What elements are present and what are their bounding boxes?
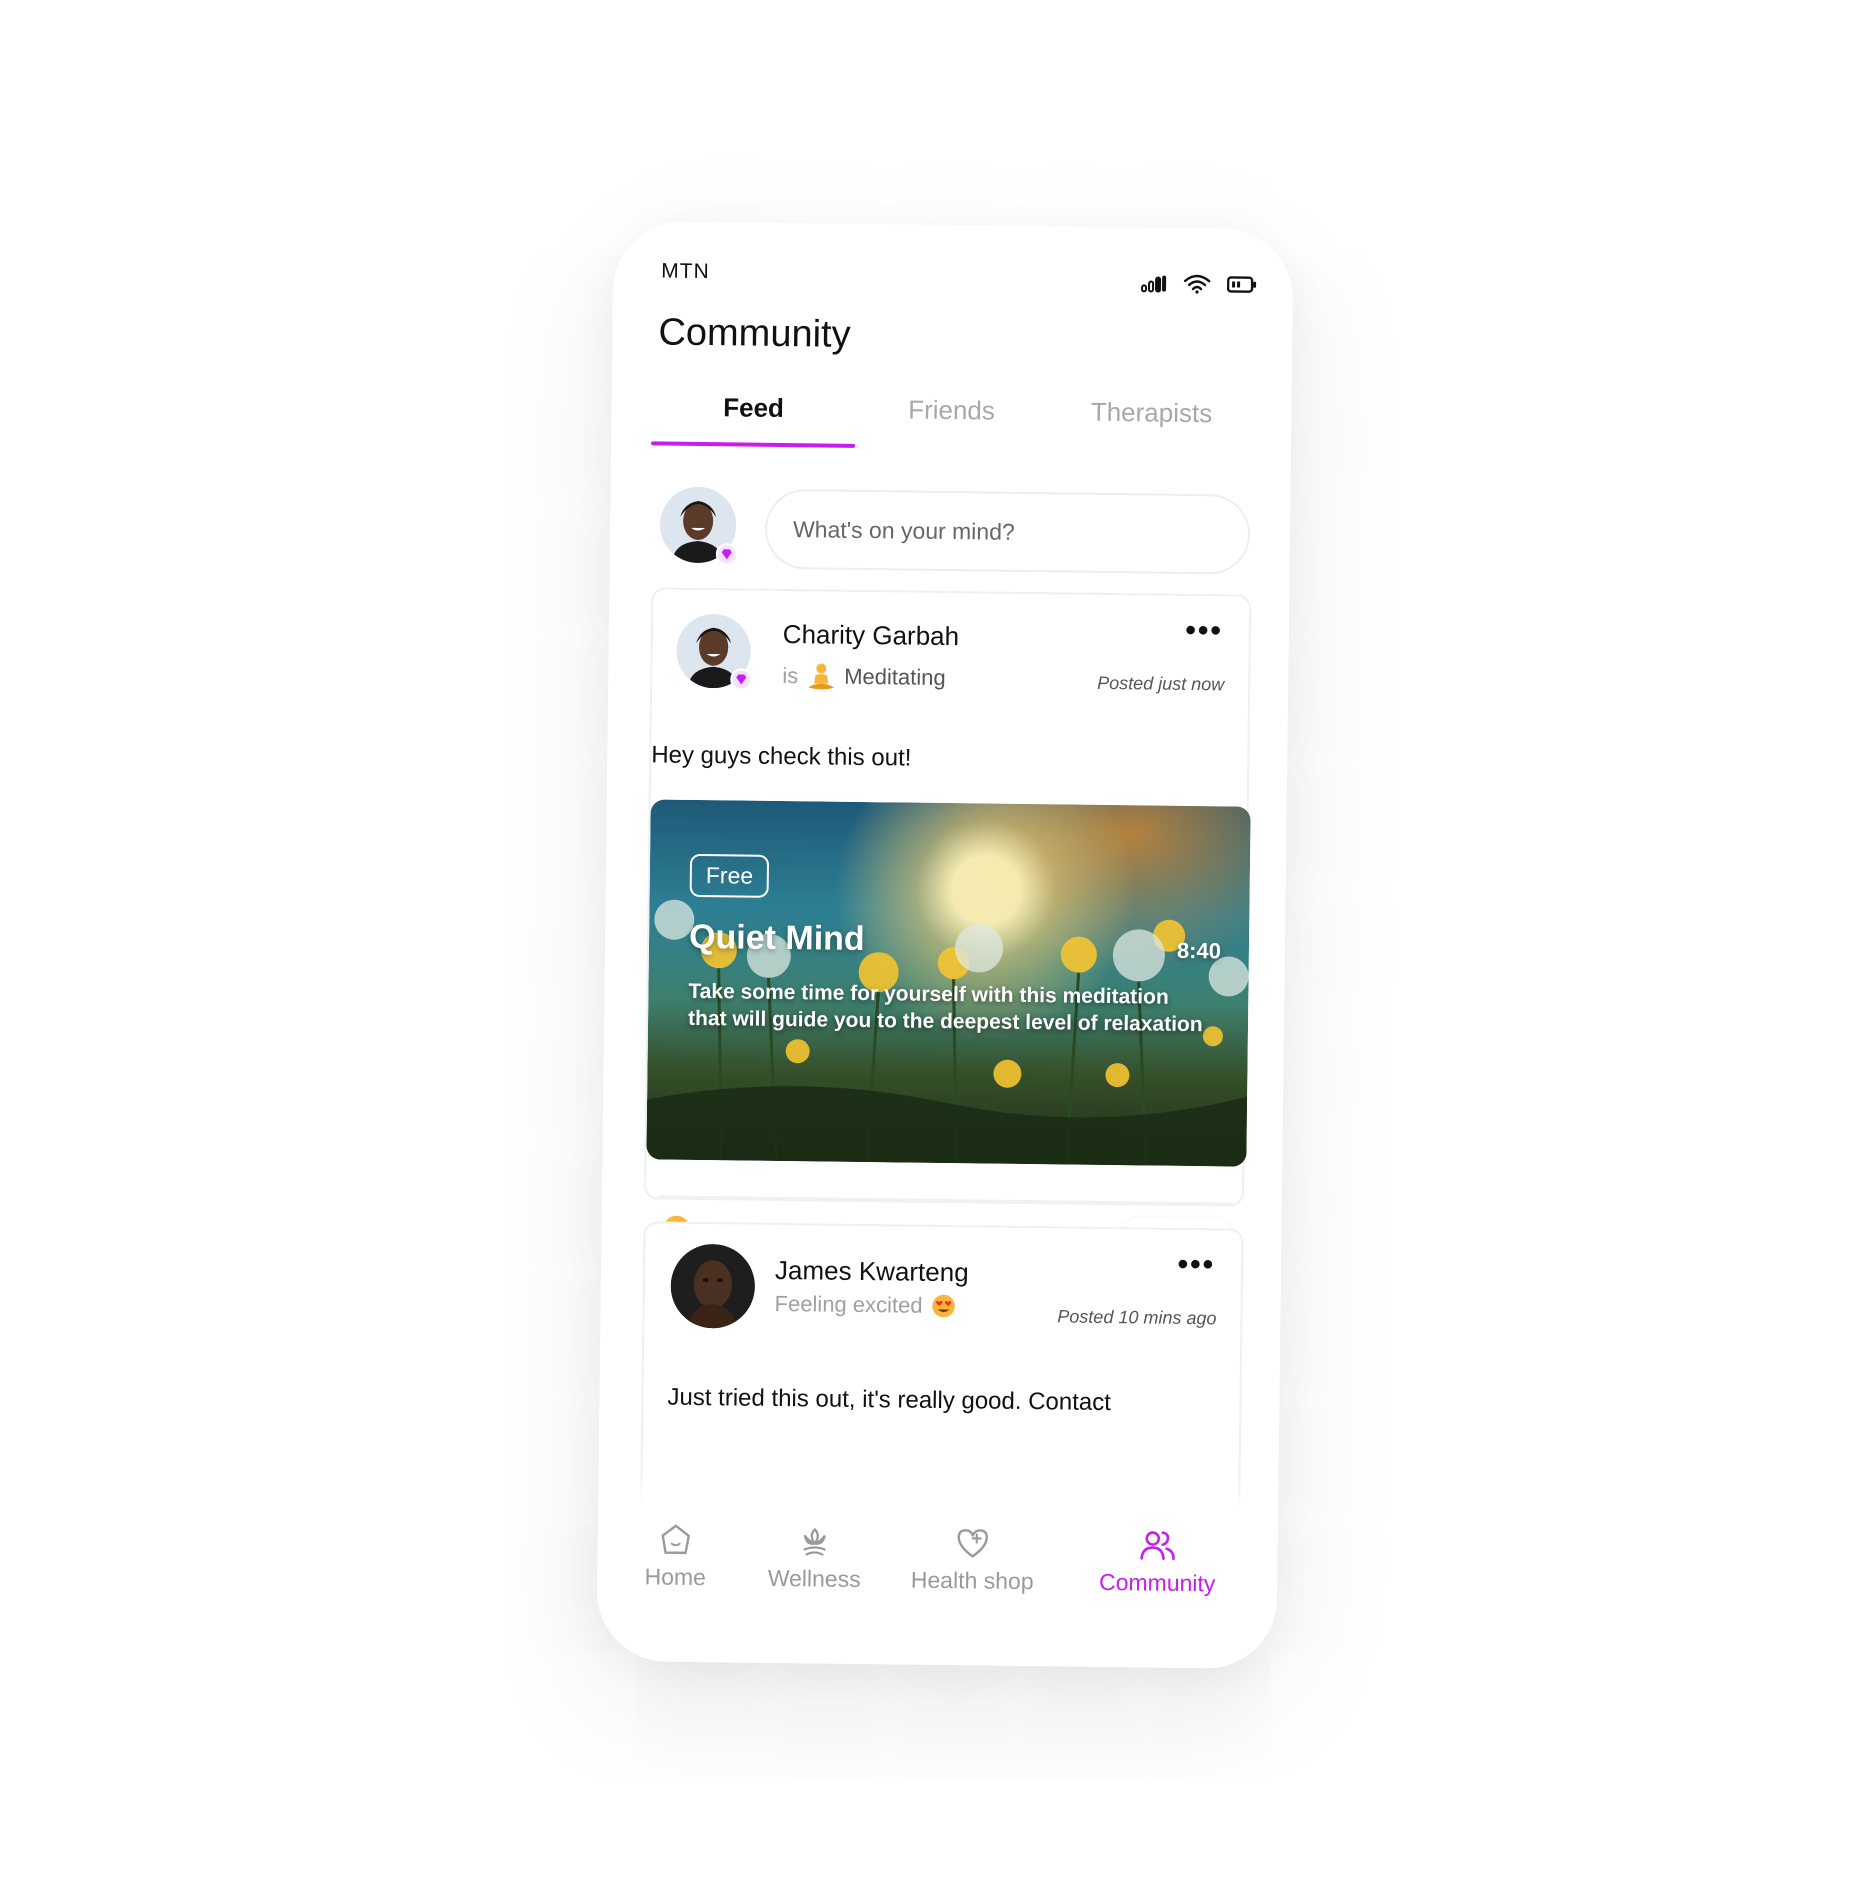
nav-label-wellness: Wellness [767, 1564, 861, 1593]
lotus-icon [803, 1527, 826, 1556]
status-activity: Meditating [844, 663, 946, 690]
premium-badge-icon [715, 543, 738, 566]
phone-frame: MTN Community Feed Friends Therapists Wh… [596, 220, 1294, 1670]
post-author-avatar[interactable] [670, 1243, 756, 1329]
post-timestamp: Posted just now [1097, 672, 1225, 695]
status-icons [1141, 273, 1257, 294]
post-author-status: is Meditating [782, 661, 946, 693]
tab-friends[interactable]: Friends [851, 394, 1051, 427]
composer-input[interactable] [764, 488, 1251, 575]
post-author-name[interactable]: Charity Garbah [783, 619, 960, 652]
media-card[interactable]: Free Quiet Mind 8:40 Take some time for … [646, 799, 1251, 1167]
free-badge: Free [689, 853, 770, 898]
post-text: Hey guys check this out! [651, 741, 912, 772]
post-author-name[interactable]: James Kwarteng [775, 1255, 969, 1288]
signal-icon [1141, 275, 1167, 293]
meditation-emoji-icon [808, 663, 835, 690]
home-icon [661, 1524, 690, 1555]
nav-label-home: Home [644, 1563, 707, 1591]
nav-item-community[interactable]: Community [1087, 1527, 1228, 1598]
heart-eyes-emoji-icon [932, 1294, 955, 1318]
active-tab-indicator [651, 441, 856, 448]
media-duration: 8:40 [1176, 937, 1222, 964]
more-options-button[interactable]: ••• [1177, 1248, 1215, 1282]
wifi-icon [1183, 274, 1211, 294]
nav-label-community: Community [1098, 1568, 1216, 1597]
status-bar: MTN [613, 221, 1294, 319]
carrier-label: MTN [661, 259, 710, 284]
more-options-button[interactable]: ••• [1185, 614, 1223, 648]
tab-bar: Feed Friends Therapists [651, 391, 1252, 458]
post-author-avatar[interactable] [676, 613, 753, 691]
post-timestamp: Posted 10 mins ago [1057, 1306, 1217, 1329]
status-activity: Feeling excited [774, 1290, 923, 1318]
premium-badge-icon [730, 668, 753, 691]
nav-item-wellness[interactable]: Wellness [759, 1523, 870, 1593]
post-card: Charity Garbah is Meditating ••• Posted … [643, 587, 1252, 1260]
media-title: Quiet Mind [688, 917, 865, 959]
composer-avatar[interactable] [659, 486, 738, 566]
users-icon [1140, 1531, 1175, 1561]
tab-therapists[interactable]: Therapists [1051, 396, 1251, 429]
page-title: Community [658, 311, 851, 356]
author-avatar-image [670, 1243, 756, 1329]
post-card: James Kwarteng Feeling excited ••• Poste… [639, 1221, 1244, 1549]
post-text: Just tried this out, it's really good. C… [667, 1383, 1112, 1417]
reaction-bar: 1 Comment [657, 1195, 1234, 1260]
post-author-status: Feeling excited [774, 1291, 956, 1319]
heart-plus-icon [957, 1529, 988, 1558]
nav-item-health-shop[interactable]: Health shop [897, 1524, 1048, 1595]
bottom-nav: Home Wellness Health shop Community [596, 1500, 1279, 1670]
nav-item-home[interactable]: Home [627, 1521, 724, 1591]
media-description: Take some time for yourself with this me… [687, 979, 1203, 1037]
nav-label-health-shop: Health shop [910, 1566, 1034, 1595]
status-prefix: is [782, 662, 799, 689]
tab-feed[interactable]: Feed [651, 391, 855, 424]
battery-icon [1226, 276, 1257, 293]
